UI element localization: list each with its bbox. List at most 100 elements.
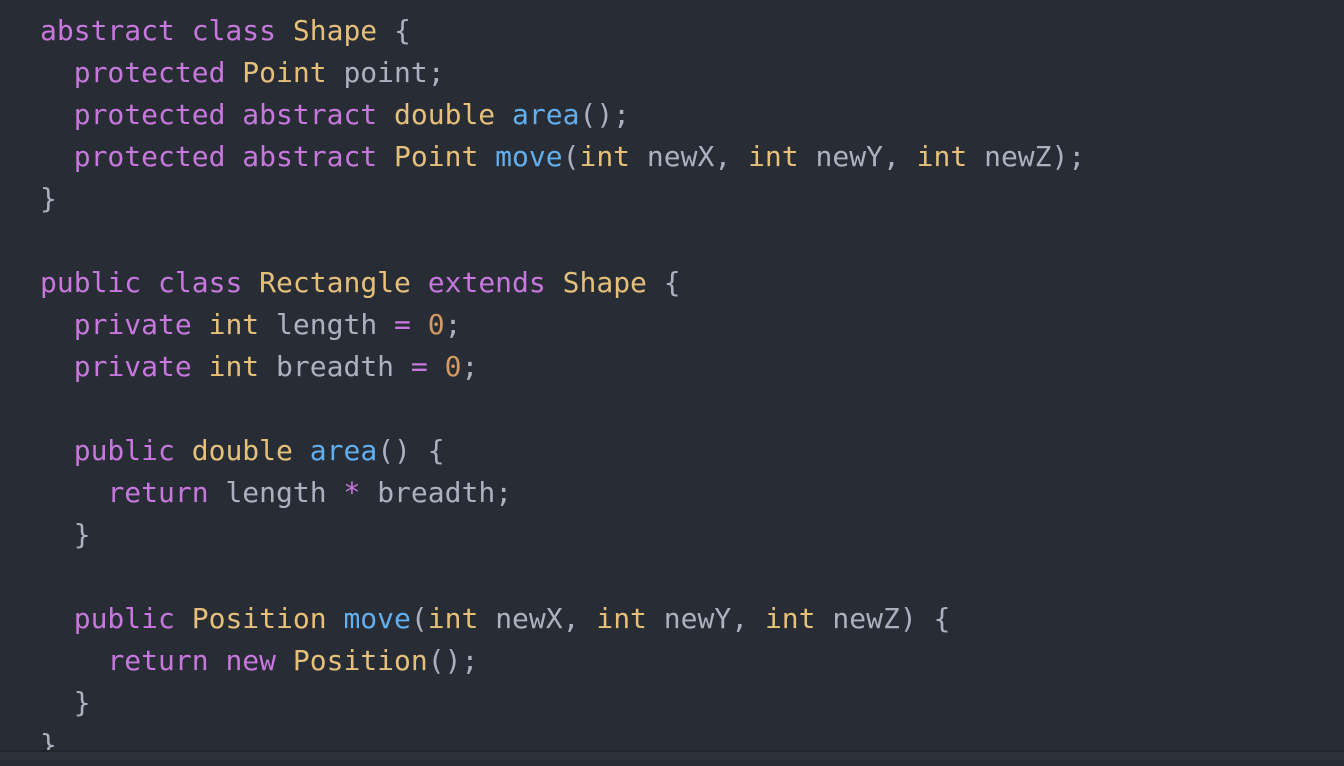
code-line[interactable]: protected abstract Point move(int newX, … [40,136,1344,178]
code-token-punct: ; [495,476,513,509]
code-token-keyword: extends [427,266,546,299]
code-line[interactable]: protected abstract double area(); [40,94,1344,136]
code-token-keyword: public [40,266,142,299]
code-editor[interactable]: abstract class Shape { protected Point p… [0,0,1344,761]
code-token-keyword: abstract [40,14,175,47]
code-token-keyword: return [107,644,209,677]
code-line[interactable]: } [40,682,1344,724]
code-token-punct: } [73,686,91,719]
code-token-type: Position [292,644,428,677]
code-token-punct: , [714,140,749,173]
code-token-keyword: class [191,14,277,47]
code-token-variable: newX [495,602,563,635]
code-token-keyword: protected [73,140,226,173]
code-token-type: Rectangle [259,266,411,299]
code-token-variable: point [343,56,428,89]
code-token-type: Point [394,140,479,173]
code-token-type: Point [242,56,327,89]
code-line[interactable]: return new Position(); [40,640,1344,682]
code-token-type: int [596,602,647,635]
code-token-variable: newZ [832,602,900,635]
code-token-operator: = [410,350,428,383]
code-token-punct: ( [562,140,580,173]
code-line[interactable]: public double area() { [40,430,1344,472]
editor-bottom-strip [0,752,1344,760]
code-token-function: move [495,140,563,173]
code-line[interactable] [40,556,1344,598]
code-token-type: Shape [292,14,378,47]
code-token-punct: ) { [899,602,951,635]
code-token-keyword: private [73,350,192,383]
code-token-keyword: abstract [242,98,378,131]
code-token-keyword: class [158,266,243,299]
code-token-type: Shape [562,266,647,299]
code-token-keyword: protected [73,98,226,131]
code-token-variable: length [225,476,327,509]
code-token-function: area [512,98,580,131]
code-line[interactable]: } [40,514,1344,556]
code-token-type: Position [191,602,327,635]
code-token-punct: , [562,602,597,635]
code-line[interactable]: return length * breadth; [40,472,1344,514]
code-line[interactable]: public Position move(int newX, int newY,… [40,598,1344,640]
code-line[interactable]: abstract class Shape { [40,10,1344,52]
code-line[interactable]: } [40,178,1344,220]
code-token-punct: } [73,518,91,551]
code-token-number: 0 [444,350,462,383]
code-line[interactable]: public class Rectangle extends Shape { [40,262,1344,304]
code-token-keyword: private [73,308,192,341]
code-token-punct: ; [444,308,462,341]
code-line[interactable] [40,388,1344,430]
code-token-punct: () { [377,434,445,467]
code-token-operator: * [343,476,361,509]
code-token-variable: length [276,308,378,341]
code-line[interactable] [40,220,1344,262]
code-line[interactable]: protected Point point; [40,52,1344,94]
code-token-variable: newZ [984,140,1052,173]
code-token-variable: newX [646,140,715,173]
code-line[interactable]: private int length = 0; [40,304,1344,346]
code-token-variable: breadth [276,350,395,383]
code-token-operator: = [394,308,411,341]
code-line[interactable]: private int breadth = 0; [40,346,1344,388]
code-token-variable: newY [815,140,883,173]
code-token-type: double [191,434,293,467]
code-content-area[interactable]: abstract class Shape { protected Point p… [0,0,1344,761]
code-token-punct: ; [461,350,479,383]
code-token-keyword: new [225,644,277,677]
code-token-keyword: abstract [242,140,378,173]
code-token-keyword: public [73,602,175,635]
code-token-punct: { [663,266,681,299]
code-token-punct: } [40,182,57,215]
code-token-punct: { [394,14,411,47]
